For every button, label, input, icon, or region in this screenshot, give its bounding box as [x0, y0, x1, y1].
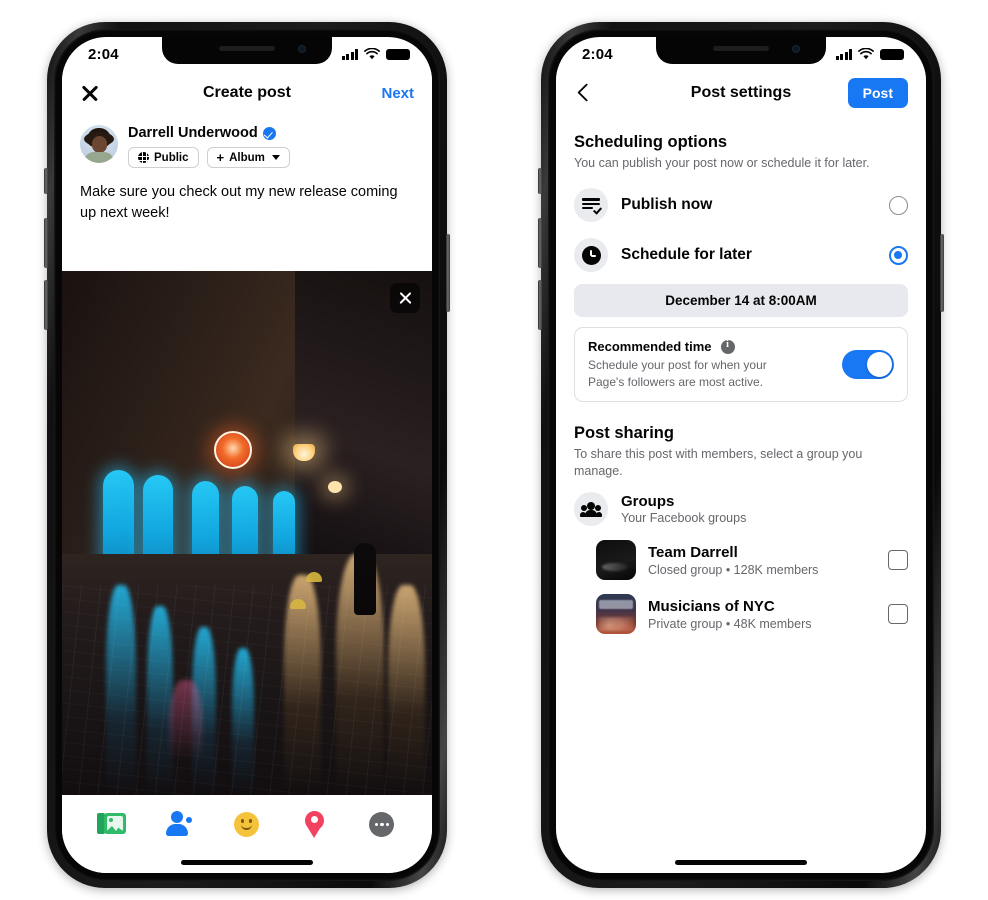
- cellular-bars-icon: [836, 49, 853, 60]
- group-checkbox[interactable]: [888, 550, 908, 570]
- post-sharing-subtitle: To share this post with members, select …: [574, 446, 908, 481]
- next-button[interactable]: Next: [381, 85, 414, 102]
- album-chip[interactable]: + Album: [207, 147, 290, 168]
- status-indicators: [836, 48, 905, 60]
- settings-content: Scheduling options You can publish your …: [556, 119, 926, 634]
- power-button-left[interactable]: [446, 234, 450, 312]
- list-item[interactable]: Musicians of NYC Private group • 48K mem…: [574, 594, 908, 634]
- screen-post-settings: 2:04 Post settings Post: [556, 37, 926, 873]
- post-button[interactable]: Post: [848, 78, 908, 108]
- recommended-time-subtitle: Schedule your post for when your Page's …: [588, 357, 803, 390]
- volume-up-button-left[interactable]: [44, 218, 48, 268]
- group-thumbnail: [596, 540, 636, 580]
- option-schedule-later[interactable]: Schedule for later: [574, 238, 908, 272]
- screenshot-stage: 2:04 Create post Next: [0, 0, 988, 900]
- volume-down-button-left[interactable]: [44, 280, 48, 330]
- status-time: 2:04: [582, 46, 613, 63]
- plus-icon: +: [217, 151, 225, 164]
- chevron-left-icon[interactable]: [574, 83, 594, 103]
- group-thumbnail: [596, 594, 636, 634]
- scheduling-subtitle: You can publish your post now or schedul…: [574, 155, 908, 172]
- avatar[interactable]: [80, 125, 118, 163]
- photo-icon[interactable]: [97, 809, 127, 839]
- notch-left: [162, 37, 332, 64]
- volume-down-button-right[interactable]: [538, 280, 542, 330]
- ellipsis-icon[interactable]: [367, 809, 397, 839]
- option-label: Schedule for later: [621, 246, 752, 264]
- info-icon[interactable]: [721, 340, 735, 354]
- battery-icon: [880, 49, 904, 60]
- author-name: Darrell Underwood: [128, 125, 258, 141]
- scheduling-title: Scheduling options: [574, 133, 908, 152]
- radio-publish-now[interactable]: [889, 196, 908, 215]
- recommended-time-card: Recommended time Schedule your post for …: [574, 327, 908, 402]
- notch-right: [656, 37, 826, 64]
- post-text[interactable]: Make sure you check out my new release c…: [62, 168, 432, 237]
- cellular-bars-icon: [342, 49, 359, 60]
- home-indicator-left[interactable]: [181, 860, 313, 865]
- option-publish-now[interactable]: Publish now: [574, 188, 908, 222]
- group-name: Musicians of NYC: [648, 598, 811, 615]
- privacy-chip-label: Public: [154, 152, 189, 164]
- list-item[interactable]: Team Darrell Closed group • 128K members: [574, 540, 908, 580]
- globe-icon: [138, 152, 149, 163]
- groups-icon: [574, 492, 608, 526]
- status-time: 2:04: [88, 46, 119, 63]
- publish-icon: [574, 188, 608, 222]
- groups-header-sub: Your Facebook groups: [621, 511, 746, 525]
- silent-switch-left[interactable]: [44, 168, 48, 194]
- remove-photo-close-icon[interactable]: [390, 283, 420, 313]
- recommended-time-title: Recommended time: [588, 339, 712, 354]
- post-sharing-title: Post sharing: [574, 424, 908, 443]
- smiley-icon[interactable]: [232, 809, 262, 839]
- app-bar-post-settings: Post settings Post: [556, 67, 926, 119]
- group-checkbox[interactable]: [888, 604, 908, 624]
- option-label: Publish now: [621, 196, 712, 214]
- wifi-icon: [858, 48, 874, 60]
- attached-photo[interactable]: [62, 271, 432, 795]
- post-sharing-section: Post sharing To share this post with mem…: [574, 424, 908, 635]
- phone-device-left: 2:04 Create post Next: [47, 22, 447, 888]
- volume-up-button-right[interactable]: [538, 218, 542, 268]
- group-meta: Private group • 48K members: [648, 617, 811, 631]
- clock-icon: [574, 238, 608, 272]
- tag-person-icon[interactable]: [164, 809, 194, 839]
- close-icon[interactable]: [80, 83, 100, 103]
- privacy-chip[interactable]: Public: [128, 147, 199, 168]
- page-title: Create post: [62, 84, 432, 102]
- home-indicator-right[interactable]: [675, 860, 807, 865]
- earpiece-speaker-icon: [219, 46, 275, 51]
- app-bar-create-post: Create post Next: [62, 67, 432, 119]
- groups-header[interactable]: Groups Your Facebook groups: [574, 492, 908, 526]
- groups-header-name: Groups: [621, 493, 746, 510]
- author-row: Darrell Underwood Public + Album: [62, 119, 432, 168]
- composer-section: Darrell Underwood Public + Album: [62, 119, 432, 237]
- location-pin-icon[interactable]: [300, 809, 330, 839]
- recommended-time-toggle[interactable]: [842, 350, 894, 379]
- wifi-icon: [364, 48, 380, 60]
- radio-schedule-later[interactable]: [889, 246, 908, 265]
- scheduling-section: Scheduling options You can publish your …: [574, 133, 908, 402]
- author-name-row: Darrell Underwood: [128, 125, 290, 141]
- front-camera-icon: [298, 45, 306, 53]
- screen-create-post: 2:04 Create post Next: [62, 37, 432, 873]
- group-name: Team Darrell: [648, 544, 818, 561]
- phone-device-right: 2:04 Post settings Post: [541, 22, 941, 888]
- album-chip-label: Album: [229, 152, 265, 164]
- recommended-time-title-row: Recommended time: [588, 339, 803, 354]
- battery-icon: [386, 49, 410, 60]
- scheduled-date-value[interactable]: December 14 at 8:00AM: [574, 284, 908, 317]
- power-button-right[interactable]: [940, 234, 944, 312]
- silent-switch-right[interactable]: [538, 168, 542, 194]
- status-indicators: [342, 48, 411, 60]
- composer-chips: Public + Album: [128, 147, 290, 168]
- group-meta: Closed group • 128K members: [648, 563, 818, 577]
- front-camera-icon: [792, 45, 800, 53]
- verified-badge-icon: [263, 127, 276, 140]
- earpiece-speaker-icon: [713, 46, 769, 51]
- chevron-down-icon: [272, 155, 280, 160]
